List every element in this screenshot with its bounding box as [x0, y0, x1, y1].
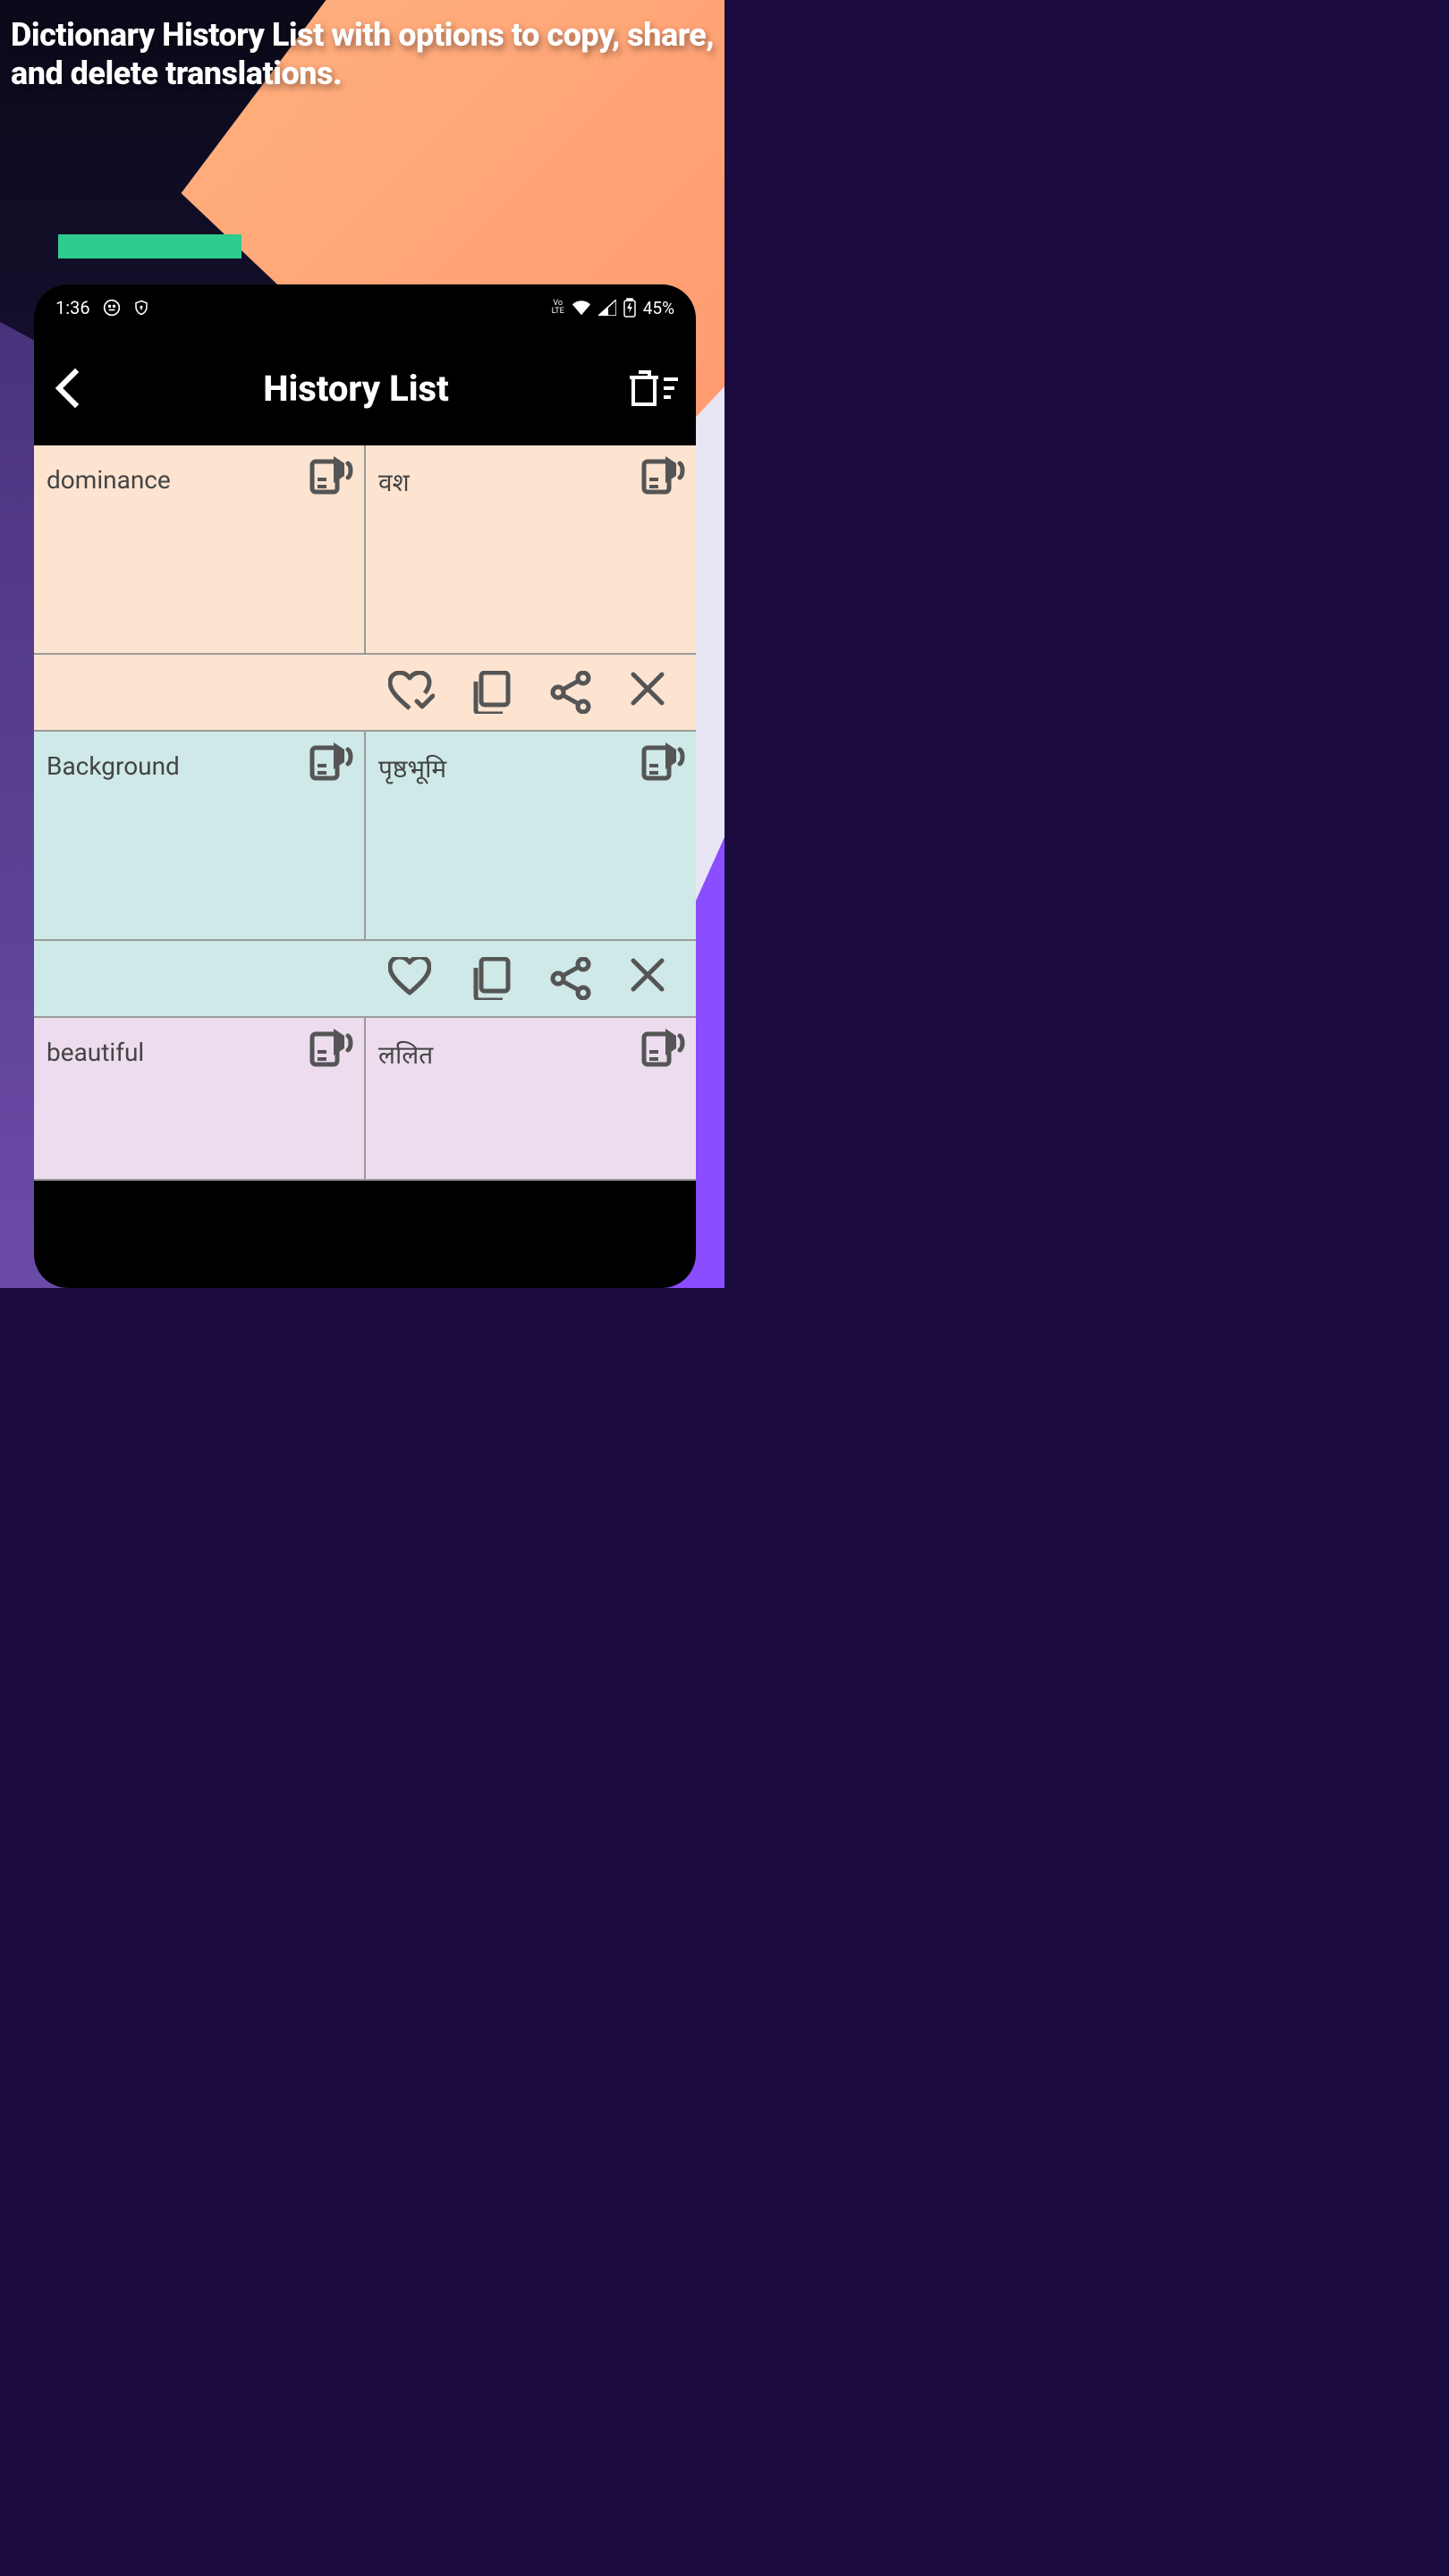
phone-frame: 1:36 VoLTE 45% History List	[34, 284, 696, 1288]
speak-icon[interactable]	[309, 1025, 359, 1068]
source-cell[interactable]: beautiful	[34, 1018, 366, 1179]
history-item: Background पृष्ठभूमि	[34, 732, 696, 941]
status-time: 1:36	[55, 297, 90, 318]
speak-icon[interactable]	[640, 453, 691, 496]
source-cell[interactable]: Background	[34, 732, 366, 939]
speak-icon[interactable]	[309, 739, 359, 782]
battery-icon	[623, 298, 636, 318]
delete-button[interactable]	[630, 957, 673, 1000]
source-text: dominance	[47, 465, 171, 495]
copy-button[interactable]	[469, 671, 512, 714]
item-actions	[34, 941, 696, 1018]
favorite-button[interactable]	[388, 671, 431, 714]
target-cell[interactable]: वश	[366, 445, 696, 653]
target-text: पृष्ठभूमि	[378, 754, 446, 784]
history-list: dominance वश	[34, 445, 696, 1181]
item-actions	[34, 655, 696, 732]
favorite-button[interactable]	[388, 957, 431, 1000]
delete-button[interactable]	[630, 671, 673, 714]
clear-all-button[interactable]	[628, 370, 678, 406]
target-cell[interactable]: ललित	[366, 1018, 696, 1179]
history-item: dominance वश	[34, 445, 696, 655]
source-text: Background	[47, 751, 180, 781]
app-header: History List	[34, 324, 696, 445]
speak-icon[interactable]	[309, 453, 359, 496]
accent-bar	[58, 234, 242, 258]
speak-icon[interactable]	[640, 739, 691, 782]
status-bar: 1:36 VoLTE 45%	[34, 284, 696, 324]
promo-heading: Dictionary History List with options to …	[11, 16, 724, 93]
history-item: beautiful ललित	[34, 1018, 696, 1181]
speak-icon[interactable]	[640, 1025, 691, 1068]
battery-percent: 45%	[643, 298, 674, 318]
shield-icon	[133, 299, 149, 317]
signal-icon	[598, 300, 616, 316]
share-button[interactable]	[549, 957, 592, 1000]
target-cell[interactable]: पृष्ठभूमि	[366, 732, 696, 939]
face-icon	[103, 299, 121, 317]
source-cell[interactable]: dominance	[34, 445, 366, 653]
target-text: वश	[378, 468, 410, 497]
wifi-icon	[572, 300, 591, 316]
share-button[interactable]	[549, 671, 592, 714]
page-title: History List	[84, 368, 628, 410]
back-button[interactable]	[52, 367, 84, 410]
lte-indicator: VoLTE	[552, 300, 564, 316]
source-text: beautiful	[47, 1038, 144, 1067]
copy-button[interactable]	[469, 957, 512, 1000]
target-text: ललित	[378, 1040, 433, 1070]
